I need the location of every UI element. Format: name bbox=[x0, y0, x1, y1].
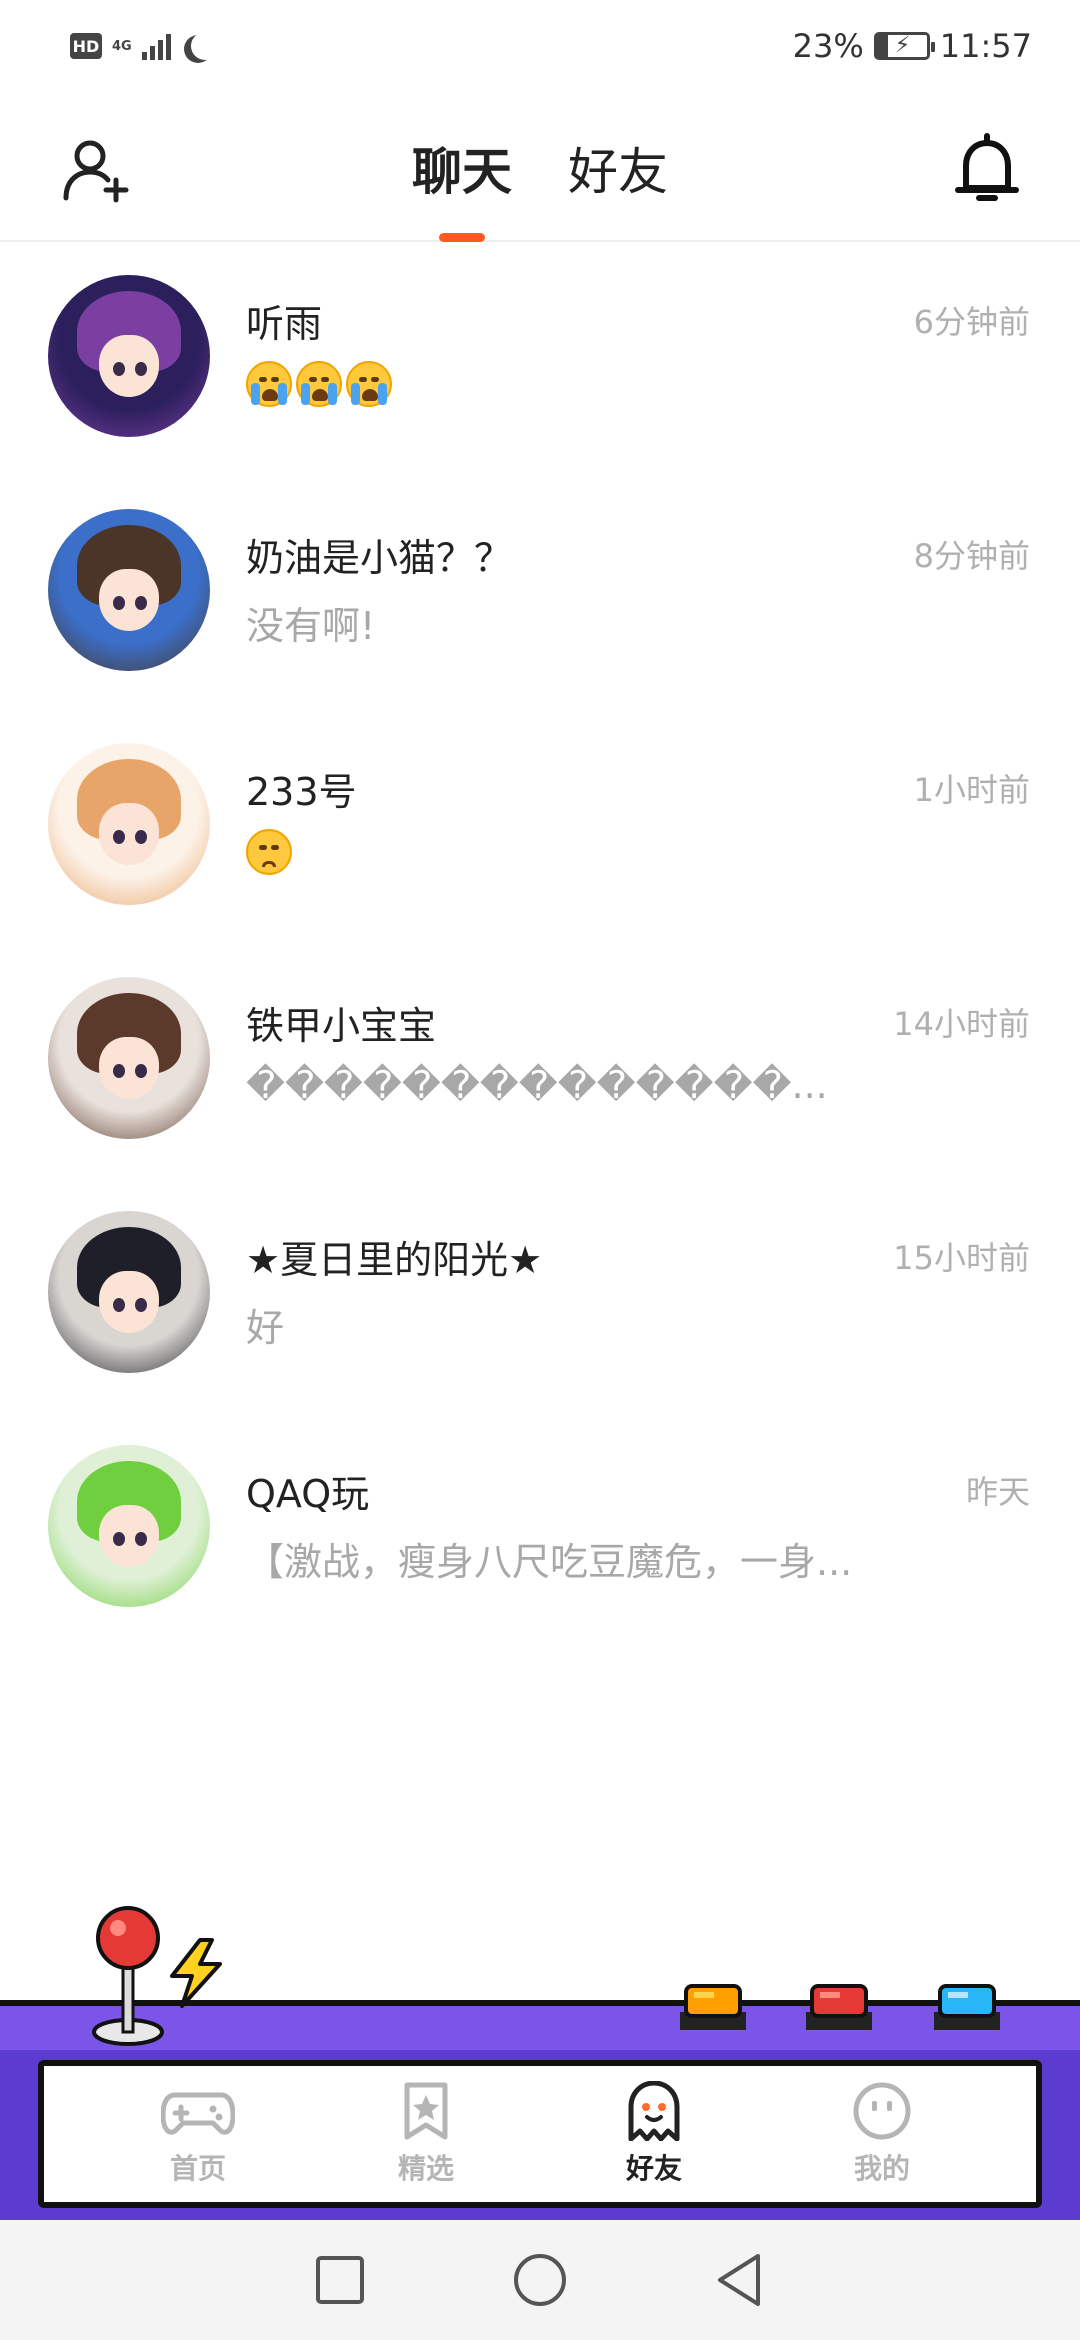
orange-arcade-button-icon bbox=[680, 1984, 746, 2030]
bottom-nav: 首页 精选 好友 我的 bbox=[38, 2060, 1042, 2208]
chat-name: 233号 bbox=[246, 770, 357, 814]
chat-time: 昨天 bbox=[965, 1473, 1030, 1511]
chat-preview: ��������������... bbox=[246, 1063, 828, 1107]
network-type: 4G bbox=[112, 40, 132, 53]
chat-preview-emojis bbox=[246, 361, 392, 407]
chat-time: 15小时前 bbox=[893, 1239, 1030, 1277]
chat-name: ★夏日里的阳光★ bbox=[246, 1238, 543, 1282]
tab-chat[interactable]: 聊天 bbox=[408, 132, 516, 204]
chat-row[interactable]: 奶油是小猫？？ 8分钟前 没有啊! bbox=[0, 477, 1080, 711]
home-circle-icon[interactable] bbox=[510, 2250, 570, 2310]
nav-friends[interactable]: 好友 bbox=[574, 2069, 734, 2199]
chat-row[interactable]: QAQ玩 昨天 【激战，瘦身八尺吃豆魔危，一身... bbox=[0, 1413, 1080, 1647]
do-not-disturb-icon bbox=[191, 32, 219, 60]
battery-percent: 23% bbox=[792, 27, 864, 65]
signal-icon bbox=[141, 32, 171, 60]
nav-label: 我的 bbox=[853, 2152, 910, 2185]
chat-time: 14小时前 bbox=[893, 1005, 1030, 1043]
blue-arcade-button-icon bbox=[934, 1984, 1000, 2030]
app-header: 聊天 好友 bbox=[0, 92, 1080, 242]
battery-icon: ⚡ bbox=[873, 32, 935, 60]
avatar[interactable] bbox=[48, 1211, 210, 1373]
battery-fill bbox=[876, 35, 889, 57]
chat-time: 1小时前 bbox=[913, 771, 1030, 809]
nav-label: 首页 bbox=[169, 2152, 226, 2185]
nav-home[interactable]: 首页 bbox=[118, 2069, 278, 2199]
charging-icon: ⚡ bbox=[894, 33, 911, 58]
recents-icon[interactable] bbox=[310, 2250, 370, 2310]
chat-row[interactable]: 听雨 6分钟前 bbox=[0, 243, 1080, 477]
star-bookmark-icon bbox=[404, 2082, 448, 2140]
crying-emoji-icon bbox=[346, 361, 392, 407]
clock: 11:57 bbox=[939, 27, 1032, 65]
nav-featured[interactable]: 精选 bbox=[346, 2069, 506, 2199]
tab-friends[interactable]: 好友 bbox=[564, 132, 672, 204]
crying-emoji-icon bbox=[246, 361, 292, 407]
chat-preview: 好 bbox=[246, 1306, 285, 1350]
back-triangle-icon[interactable] bbox=[710, 2250, 770, 2310]
hd-badge: HD bbox=[70, 33, 102, 59]
lightning-icon bbox=[170, 1938, 222, 2008]
sad-emoji-icon bbox=[246, 829, 292, 875]
avatar[interactable] bbox=[48, 977, 210, 1139]
nav-label: 精选 bbox=[397, 2152, 454, 2185]
chat-row[interactable]: 铁甲小宝宝 14小时前 ��������������... bbox=[0, 945, 1080, 1179]
avatar[interactable] bbox=[48, 275, 210, 437]
arcade-bottom-nav: 首页 精选 好友 我的 bbox=[0, 1900, 1080, 2222]
chat-preview: 没有啊! bbox=[246, 604, 376, 648]
crying-emoji-icon bbox=[296, 361, 342, 407]
ghost-icon bbox=[628, 2081, 680, 2141]
system-nav-bar bbox=[0, 2220, 1080, 2340]
network-label: 4G bbox=[112, 38, 132, 54]
bell-icon[interactable] bbox=[954, 132, 1020, 206]
status-bar: HD 4G 23% ⚡ 11:57 bbox=[0, 0, 1080, 92]
chat-preview-emojis bbox=[246, 829, 292, 875]
chat-name: 奶油是小猫？？ bbox=[246, 536, 513, 580]
status-right: 23% ⚡ 11:57 bbox=[793, 27, 1032, 65]
chat-name: 铁甲小宝宝 bbox=[246, 1004, 437, 1048]
avatar[interactable] bbox=[48, 743, 210, 905]
chat-preview: 【激战，瘦身八尺吃豆魔危，一身... bbox=[246, 1540, 853, 1584]
chat-row[interactable]: 233号 1小时前 bbox=[0, 711, 1080, 945]
smiley-icon bbox=[853, 2082, 911, 2140]
chat-time: 6分钟前 bbox=[913, 303, 1030, 341]
header-tabs: 聊天 好友 bbox=[0, 132, 1080, 204]
red-arcade-button-icon bbox=[806, 1984, 872, 2030]
chat-name: 听雨 bbox=[246, 302, 323, 346]
avatar[interactable] bbox=[48, 1445, 210, 1607]
gamepad-icon bbox=[161, 2092, 235, 2135]
nav-label: 好友 bbox=[625, 2147, 683, 2193]
nav-me[interactable]: 我的 bbox=[802, 2069, 962, 2199]
status-left: HD 4G bbox=[70, 32, 209, 60]
chat-name: QAQ玩 bbox=[246, 1472, 370, 1516]
chat-row[interactable]: ★夏日里的阳光★ 15小时前 好 bbox=[0, 1179, 1080, 1413]
chat-time: 8分钟前 bbox=[913, 537, 1030, 575]
chat-list: 听雨 6分钟前 奶油是小猫？？ 8分钟前 没有啊! 233号 1小时前 铁甲小宝… bbox=[0, 243, 1080, 1647]
avatar[interactable] bbox=[48, 509, 210, 671]
